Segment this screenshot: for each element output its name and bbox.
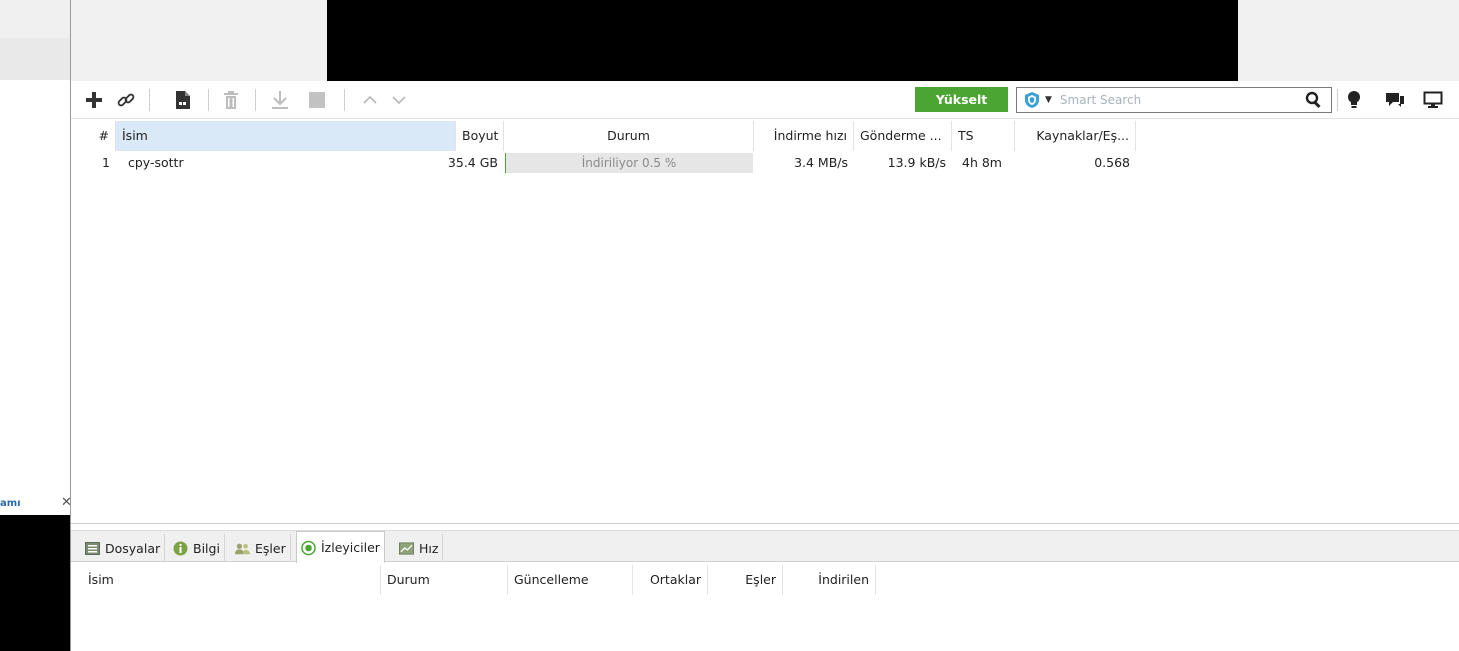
tab-trackers[interactable]: İzleyiciler [296, 531, 385, 563]
column-header-number[interactable]: # [82, 121, 116, 151]
sidebar-tab-label[interactable]: amı [0, 498, 21, 509]
move-up-icon[interactable] [361, 87, 379, 113]
tab-label: Eşler [255, 540, 286, 556]
torrent-row[interactable]: 1 cpy-sottr 35.4 GB İndiriliyor 0.5 % 3.… [82, 152, 1459, 174]
tab-label: İzleyiciler [321, 540, 380, 555]
detail-tabs: Dosyalar Bilgi Eşler İzleyiciler Hız [71, 530, 1459, 563]
create-torrent-icon[interactable] [172, 87, 194, 113]
column-header-tracker-downloaded[interactable]: İndirilen [783, 565, 876, 595]
torrent-download-speed: 3.4 MB/s [794, 155, 848, 170]
smart-search-box[interactable]: ▼ [1016, 87, 1332, 113]
torrent-name: cpy-sottr [128, 155, 184, 170]
ad-banner[interactable] [327, 0, 1238, 81]
column-header-status[interactable]: Durum [504, 121, 754, 151]
upgrade-button[interactable]: Yükselt [915, 87, 1008, 112]
torrent-ratio: 0.568 [1094, 155, 1130, 170]
toolbar-separator [1337, 89, 1338, 111]
speed-icon [399, 541, 414, 556]
column-header-tracker-name[interactable]: İsim [82, 565, 381, 595]
remote-icon[interactable] [1421, 87, 1445, 113]
trackers-icon [301, 540, 316, 555]
column-header-tracker-seeds[interactable]: Ortaklar [633, 565, 708, 595]
tab-peers[interactable]: Eşler [231, 534, 291, 562]
stop-icon[interactable] [307, 87, 327, 113]
sidebar-ad-area [0, 515, 70, 651]
tab-label: Dosyalar [105, 540, 161, 556]
toolbar-separator [208, 89, 209, 111]
search-input[interactable] [1059, 93, 1280, 107]
column-header-download-speed[interactable]: İndirme hızı [754, 121, 854, 151]
tab-files[interactable]: Dosyalar [81, 534, 166, 562]
torrent-status: İndiriliyor 0.5 % [581, 156, 677, 170]
files-icon [85, 541, 100, 556]
torrent-list-header: # İsim Boyut Durum İndirme hızı Gönderme… [82, 121, 1459, 151]
trackers-list-header: İsim Durum Güncelleme Ortaklar Eşler İnd… [82, 565, 1459, 595]
toolbar-separator [344, 89, 345, 111]
column-header-name[interactable]: İsim [116, 121, 456, 151]
add-link-icon[interactable] [114, 87, 138, 113]
column-header-tracker-peers[interactable]: Eşler [708, 565, 783, 595]
toolbar: Yükselt ▼ [71, 81, 1459, 119]
sidebar-top-area [0, 0, 70, 38]
column-header-upload-speed[interactable]: Gönderme ... [854, 121, 952, 151]
toolbar-separator [149, 89, 150, 111]
bulb-icon[interactable] [1343, 87, 1365, 113]
delete-icon[interactable] [220, 87, 242, 113]
info-icon [173, 541, 188, 556]
panel-divider[interactable] [71, 523, 1459, 524]
sidebar-selected-item[interactable] [0, 38, 70, 80]
column-header-ratio[interactable]: Kaynaklar/Eş... [1015, 121, 1136, 151]
column-header-tracker-status[interactable]: Durum [381, 565, 508, 595]
tab-label: Hız [419, 540, 439, 556]
chat-icon[interactable] [1384, 87, 1406, 113]
tab-label: Bilgi [193, 540, 220, 556]
column-header-size[interactable]: Boyut [456, 121, 504, 151]
peers-icon [235, 541, 250, 556]
move-down-icon[interactable] [390, 87, 408, 113]
tab-info[interactable]: Bilgi [169, 534, 225, 562]
torrent-progress-bar: İndiriliyor 0.5 % [505, 153, 753, 173]
torrent-upload-speed: 13.9 kB/s [887, 155, 946, 170]
chevron-down-icon[interactable]: ▼ [1045, 95, 1052, 105]
add-torrent-icon[interactable] [83, 87, 105, 113]
left-sidebar: amı ✕ [0, 0, 72, 651]
torrent-size: 35.4 GB [447, 155, 498, 170]
toolbar-separator [255, 89, 256, 111]
column-header-eta[interactable]: TS [952, 121, 1015, 151]
download-icon[interactable] [269, 87, 291, 113]
torrent-eta: 4h 8m [962, 155, 1002, 170]
row-number: 1 [102, 155, 110, 170]
tab-speed[interactable]: Hız [395, 534, 444, 562]
shield-icon[interactable] [1021, 89, 1043, 111]
close-icon[interactable]: ✕ [61, 495, 72, 510]
column-header-tracker-update[interactable]: Güncelleme [508, 565, 633, 595]
search-icon[interactable] [1305, 91, 1323, 112]
